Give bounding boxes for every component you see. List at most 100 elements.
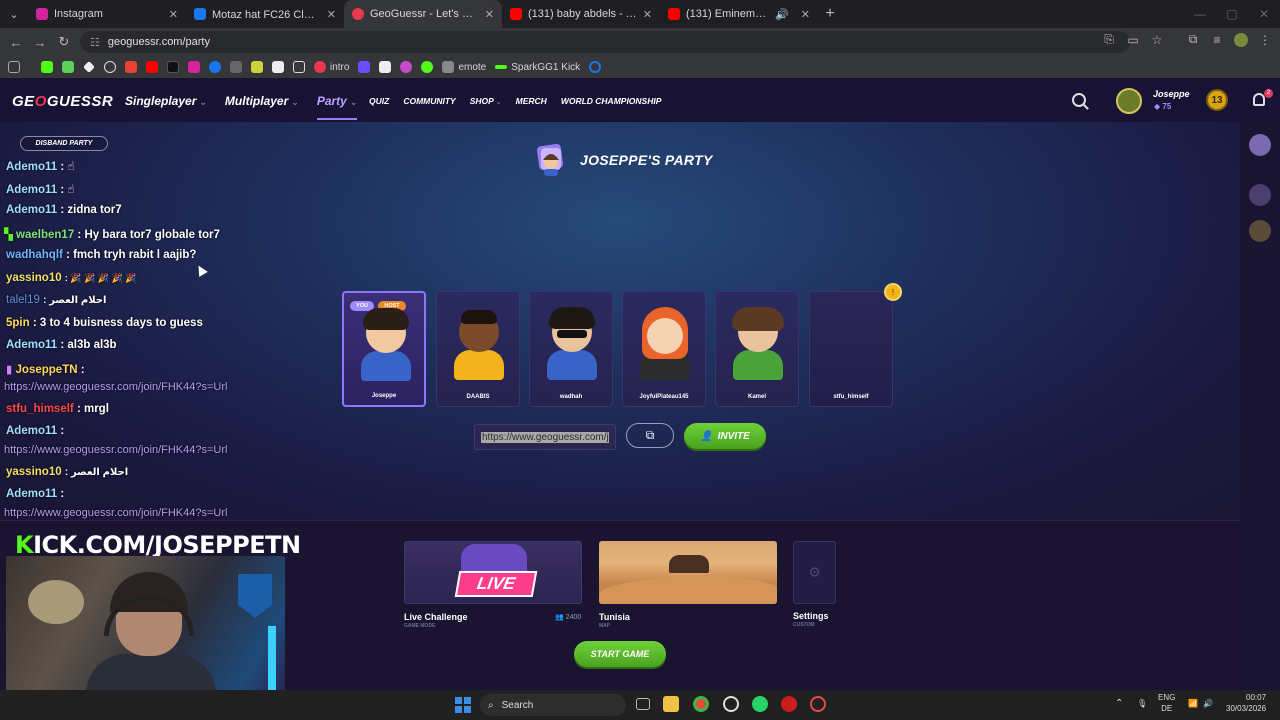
bookmark-kick[interactable]: SparkGG1 Kick (495, 62, 580, 73)
nav-multiplayer[interactable]: Multiplayer ⌄ (225, 94, 299, 120)
member-card[interactable]: YOU HOST Joseppe (342, 291, 426, 407)
start-game-button[interactable]: START GAME (574, 641, 666, 667)
game-mode-card[interactable]: LIVE (404, 541, 582, 604)
tab-instagram[interactable]: Instagram ✕ (28, 0, 186, 28)
settings-card[interactable]: ⚙ (793, 541, 836, 604)
bell-icon[interactable] (1253, 93, 1265, 106)
geoguessr-logo[interactable]: GEOGUESSR (12, 93, 113, 110)
site-info-icon[interactable]: ☷ (90, 36, 100, 49)
facebook-icon[interactable] (209, 61, 221, 73)
clock[interactable]: 00:07 30/03/2026 (1226, 692, 1266, 714)
friend-avatar[interactable] (1249, 184, 1271, 206)
nav-party[interactable]: Party ⌄ (316, 94, 358, 120)
tab-geoguessr[interactable]: GeoGuessr - Let's explore the w ✕ (344, 0, 502, 28)
close-icon[interactable]: ✕ (485, 8, 494, 21)
bookmark-icon[interactable] (104, 61, 116, 73)
tab-search-icon[interactable]: ⌄ (0, 0, 28, 28)
instagram-icon[interactable] (188, 61, 200, 73)
bookmark-emote[interactable]: emote (442, 61, 486, 73)
invite-link-field[interactable]: https://www.geoguessr.com/join/FHK44?s=U… (474, 424, 616, 450)
friend-avatar[interactable] (1249, 220, 1271, 242)
chrome-icon[interactable] (693, 696, 709, 712)
nav-community[interactable]: COMMUNITY (403, 96, 455, 106)
bookmark-icon[interactable] (421, 61, 434, 73)
nav-world-championship[interactable]: WORLD CHAMPIONSHIP (561, 96, 662, 106)
member-card[interactable]: DAABIS (436, 291, 520, 407)
url-input[interactable]: ☷ geoguessr.com/party (80, 31, 1130, 53)
nav-quiz[interactable]: QUIZ (369, 96, 389, 106)
windows-start-icon[interactable] (455, 697, 471, 713)
app-icon[interactable] (781, 696, 797, 712)
search-icon[interactable] (1072, 93, 1086, 107)
maximize-icon[interactable]: ▢ (1216, 0, 1248, 28)
invite-button[interactable]: 👤 INVITE (684, 423, 766, 449)
member-card[interactable]: wadhah (529, 291, 613, 407)
bookmark-intro[interactable]: intro (314, 61, 349, 73)
tab-youtube-1[interactable]: (131) baby abdels - YouTube ✕ (502, 0, 660, 28)
nav-singleplayer[interactable]: Singleplayer ⌄ (125, 94, 207, 120)
close-icon[interactable]: ✕ (801, 8, 810, 21)
app-icon[interactable] (810, 696, 826, 712)
tab-youtube-2[interactable]: (131) Eminem, Snoop Dogg 🔊 ✕ (660, 0, 818, 28)
map-card[interactable] (599, 541, 777, 604)
wifi-icon[interactable]: 📶 (1188, 698, 1198, 709)
meta-icon[interactable] (589, 61, 602, 73)
tray-chevron-icon[interactable]: ⌃ (1115, 698, 1123, 709)
copy-link-button[interactable]: ⧉ (626, 423, 674, 448)
language-indicator[interactable]: ENG DE (1158, 692, 1175, 714)
more-icon[interactable]: ⋮ (1258, 33, 1272, 47)
disband-party-button[interactable]: DISBAND PARTY (20, 136, 108, 151)
translate-icon[interactable]: ⎘ (1102, 32, 1116, 47)
cast-icon[interactable]: ▭ (1126, 33, 1140, 47)
friend-avatar[interactable] (1249, 134, 1271, 156)
gmail-icon[interactable] (125, 61, 137, 73)
bookmark-icon[interactable] (230, 61, 242, 73)
bookmark-icon[interactable] (400, 61, 413, 73)
xbox-icon[interactable] (723, 696, 739, 712)
bookmark-icon[interactable] (62, 61, 74, 73)
close-icon[interactable]: ✕ (169, 8, 178, 21)
user-name[interactable]: Joseppe (1153, 89, 1190, 99)
nav-merch[interactable]: MERCH (516, 96, 547, 106)
level-badge[interactable]: 13 (1206, 89, 1228, 111)
bookmark-icon[interactable] (293, 61, 305, 73)
chat-user: JoseppeTN (15, 364, 78, 376)
youtube-icon[interactable] (146, 61, 158, 73)
whatsapp-icon[interactable] (752, 696, 768, 712)
reload-icon[interactable]: ↻ (52, 34, 76, 50)
tab-facebook[interactable]: Motaz hat FC26 Clubs 🎮 eine ✕ (186, 0, 344, 28)
apps-icon[interactable] (8, 61, 20, 73)
profile-avatar[interactable] (1234, 32, 1248, 47)
tiktok-icon[interactable] (167, 61, 179, 73)
task-view-icon[interactable] (636, 698, 650, 710)
bookmark-icon[interactable] (251, 61, 263, 73)
bookmark-star-icon[interactable]: ☆ (1150, 33, 1164, 47)
chat-link[interactable]: https://www.geoguessr.com/join/FHK44?s=U… (4, 444, 227, 456)
chat-link[interactable]: https://www.geoguessr.com/join/FHK44?s=U… (4, 381, 227, 393)
chat-link[interactable]: https://www.geoguessr.com/join/FHK44?s=U… (4, 507, 227, 519)
user-avatar[interactable] (1116, 88, 1142, 114)
forward-icon[interactable]: → (28, 35, 52, 50)
extensions-icon[interactable]: ⧉ (1186, 32, 1200, 47)
member-card-empty[interactable]: stfu_himself (809, 291, 893, 407)
menu-list-icon[interactable]: ≡ (1210, 33, 1224, 47)
back-icon[interactable]: ← (4, 35, 28, 50)
nav-shop[interactable]: SHOP ⌄ (470, 96, 502, 106)
bookmark-icon[interactable] (83, 61, 95, 73)
bookmark-icon[interactable] (272, 61, 284, 73)
close-icon[interactable]: ✕ (327, 8, 336, 21)
minimize-icon[interactable]: — (1184, 0, 1216, 28)
member-card[interactable]: Kamel (715, 291, 799, 407)
file-explorer-icon[interactable] (663, 696, 679, 712)
member-card[interactable]: JoyfulPlateau145 (622, 291, 706, 407)
bookmark-icon[interactable] (379, 61, 392, 73)
speaker-icon[interactable]: 🔊 (775, 8, 789, 21)
taskbar-search[interactable]: ⌕ Search (480, 694, 626, 716)
speaker-icon[interactable]: 🔊 (1203, 698, 1213, 709)
close-icon[interactable]: ✕ (643, 8, 652, 21)
close-window-icon[interactable]: ✕ (1248, 0, 1280, 28)
kick-icon[interactable] (41, 61, 53, 73)
new-tab-button[interactable]: + (818, 5, 842, 23)
microphone-icon[interactable]: 🎙 (1137, 698, 1147, 709)
bookmark-icon[interactable] (358, 61, 371, 73)
